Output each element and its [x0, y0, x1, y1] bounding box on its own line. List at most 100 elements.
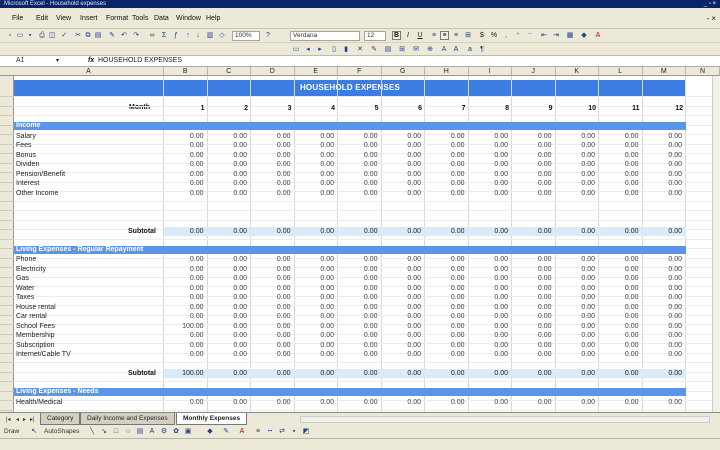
value-cell[interactable]: 0.00	[469, 341, 508, 350]
value-cell[interactable]: 0.00	[643, 160, 682, 169]
subtotal-cell[interactable]: 0.00	[382, 227, 421, 236]
value-cell[interactable]: 0.00	[643, 284, 682, 293]
picture-icon[interactable]: ▣	[184, 428, 192, 436]
value-cell[interactable]: 0.00	[425, 350, 465, 359]
value-cell[interactable]: 0.00	[164, 179, 204, 188]
value-cell[interactable]: 0.00	[338, 132, 378, 141]
value-cell[interactable]: 0.00	[251, 303, 291, 312]
insert-function-icon[interactable]: fx	[88, 57, 94, 64]
value-cell[interactable]: 0.00	[512, 284, 552, 293]
subtotal-cell[interactable]: 0.00	[208, 369, 247, 378]
value-cell[interactable]: 0.00	[338, 274, 378, 283]
row-label[interactable]: House rental	[16, 303, 56, 312]
currency-button[interactable]: $	[478, 31, 486, 40]
row-label[interactable]: Other Income	[16, 189, 58, 198]
open-icon[interactable]: ▭	[16, 31, 24, 40]
value-cell[interactable]: 0.00	[208, 189, 247, 198]
value-cell[interactable]: 0.00	[469, 322, 508, 331]
value-cell[interactable]: 0.00	[512, 303, 552, 312]
value-cell[interactable]: 0.00	[251, 141, 291, 150]
sort-asc-icon[interactable]: ↑	[184, 31, 192, 40]
value-cell[interactable]: 0.00	[556, 322, 595, 331]
value-cell[interactable]: 0.00	[164, 160, 204, 169]
menu-view[interactable]: View	[56, 14, 71, 23]
redo-icon[interactable]: ↷	[132, 31, 140, 40]
menu-tools[interactable]: Tools	[132, 14, 148, 23]
subtotal-cell[interactable]: 100.00	[164, 369, 203, 378]
show-all-comments-icon[interactable]: ▮	[342, 45, 350, 54]
value-cell[interactable]: 0.00	[208, 303, 247, 312]
tab-monthly-expenses[interactable]: Monthly Expenses	[176, 413, 248, 425]
rectangle-icon[interactable]: □	[112, 428, 120, 436]
value-cell[interactable]: 0.00	[164, 331, 204, 340]
undo-icon[interactable]: ↶	[120, 31, 128, 40]
value-cell[interactable]: 0.00	[643, 179, 682, 188]
value-cell[interactable]: 0.00	[512, 341, 552, 350]
3d-icon[interactable]: ◩	[302, 428, 310, 436]
column-header[interactable]: J	[512, 67, 556, 76]
value-cell[interactable]: 0.00	[164, 284, 204, 293]
value-cell[interactable]: 0.00	[164, 341, 204, 350]
value-cell[interactable]: 0.00	[338, 265, 378, 274]
value-cell[interactable]: 0.00	[469, 189, 508, 198]
value-cell[interactable]: 0.00	[425, 312, 465, 321]
track-icon[interactable]: ⊞	[398, 45, 406, 54]
value-cell[interactable]: 0.00	[208, 141, 247, 150]
value-cell[interactable]: 0.00	[251, 151, 291, 160]
menu-edit[interactable]: Edit	[36, 14, 48, 23]
value-cell[interactable]: 0.00	[512, 179, 552, 188]
value-cell[interactable]: 0.00	[208, 284, 247, 293]
fill-color-draw-icon[interactable]: ◆	[206, 428, 214, 436]
function-icon[interactable]: ƒ	[172, 31, 180, 40]
preview-icon[interactable]: ◫	[48, 31, 56, 40]
decrease-indent-icon[interactable]: ⇤	[540, 31, 548, 40]
menu-insert[interactable]: Insert	[80, 14, 98, 23]
value-cell[interactable]: 0.00	[599, 331, 639, 340]
month-number[interactable]: 5	[338, 104, 379, 113]
value-cell[interactable]: 0.00	[251, 255, 291, 264]
value-cell[interactable]: 0.00	[512, 170, 552, 179]
value-cell[interactable]: 0.00	[599, 255, 639, 264]
column-header[interactable]: L	[599, 67, 643, 76]
value-cell[interactable]: 0.00	[556, 350, 595, 359]
value-cell[interactable]: 0.00	[599, 350, 639, 359]
draw-menu[interactable]: Draw	[4, 428, 19, 436]
value-cell[interactable]: 0.00	[425, 141, 465, 150]
value-cell[interactable]: 0.00	[382, 398, 421, 407]
value-cell[interactable]: 0.00	[512, 265, 552, 274]
value-cell[interactable]: 0.00	[338, 331, 378, 340]
row-label[interactable]: Car rental	[16, 312, 47, 321]
value-cell[interactable]: 0.00	[295, 170, 334, 179]
value-cell[interactable]: 0.00	[556, 170, 595, 179]
value-cell[interactable]: 0.00	[512, 293, 552, 302]
value-cell[interactable]: 0.00	[643, 350, 682, 359]
borders-icon[interactable]: ▦	[566, 31, 574, 40]
value-cell[interactable]: 0.00	[164, 255, 204, 264]
cut-icon[interactable]: ✂	[74, 31, 82, 40]
help-icon[interactable]: ?	[264, 31, 272, 40]
row-label[interactable]: Electricity	[16, 265, 46, 274]
month-number[interactable]: 8	[469, 104, 509, 113]
subtotal-cell[interactable]: 0.00	[599, 369, 639, 378]
row-label[interactable]: Taxes	[16, 293, 34, 302]
value-cell[interactable]: 0.00	[512, 398, 552, 407]
value-cell[interactable]: 0.00	[208, 170, 247, 179]
subtotal-cell[interactable]: 0.00	[295, 227, 334, 236]
value-cell[interactable]: 0.00	[599, 265, 639, 274]
value-cell[interactable]: 0.00	[164, 132, 204, 141]
value-cell[interactable]: 0.00	[512, 189, 552, 198]
value-cell[interactable]: 0.00	[556, 274, 595, 283]
paste-icon[interactable]: ▤	[94, 31, 102, 40]
value-cell[interactable]: 0.00	[208, 350, 247, 359]
row-label[interactable]: Health/Medical	[16, 398, 62, 407]
section-header[interactable]: Living Expenses - Regular Repayment	[14, 245, 686, 254]
value-cell[interactable]: 0.00	[512, 255, 552, 264]
value-cell[interactable]: 0.00	[469, 398, 508, 407]
month-number[interactable]: 4	[295, 104, 335, 113]
align-right-icon[interactable]: ≡	[452, 31, 460, 40]
column-header[interactable]: A	[14, 67, 164, 76]
value-cell[interactable]: 0.00	[338, 322, 378, 331]
chevron-down-icon[interactable]: ▾	[56, 57, 59, 64]
value-cell[interactable]: 0.00	[643, 293, 682, 302]
value-cell[interactable]: 0.00	[556, 255, 595, 264]
